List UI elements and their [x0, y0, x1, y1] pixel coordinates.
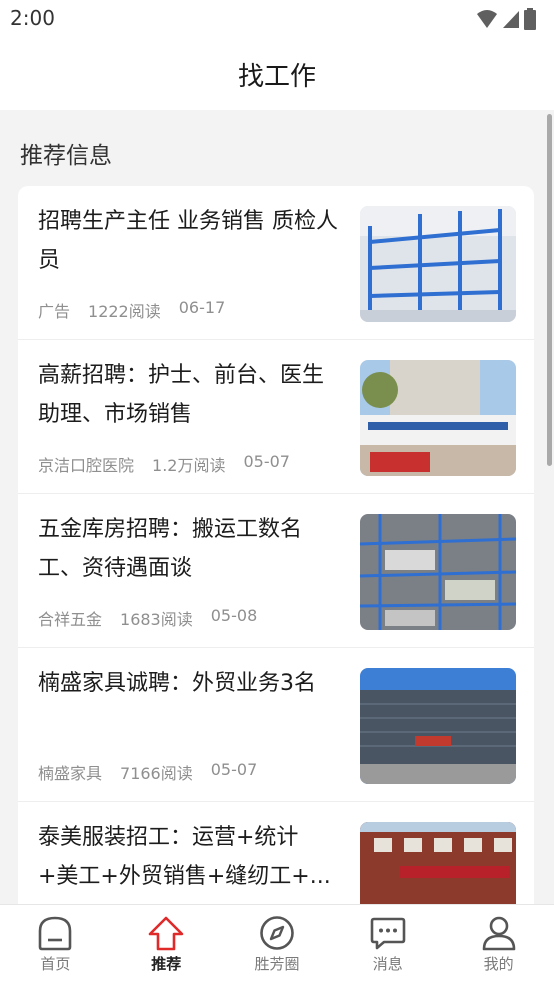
- nav-home[interactable]: 首页: [0, 905, 111, 984]
- item-source: 合祥五金: [38, 610, 103, 629]
- item-reads: 7166阅读: [120, 764, 193, 783]
- list-item[interactable]: 泰美服装招工：运营+统计+美工+外贸销售+缝纫工+...: [18, 802, 534, 904]
- profile-icon: [482, 916, 515, 951]
- section-title: 推荐信息: [20, 143, 112, 169]
- wifi-icon: [477, 10, 497, 28]
- home-icon: [39, 916, 72, 951]
- item-thumbnail: [360, 668, 516, 784]
- scrollbar[interactable]: [547, 114, 552, 466]
- item-date: 05-08: [210, 606, 258, 625]
- item-title: 高薪招聘：护士、前台、医生助理、市场销售: [38, 363, 325, 427]
- nav-label: 首页: [40, 955, 71, 973]
- recommend-list: 招聘生产主任 业务销售 质检人员 广告 1222阅读 06-17 高薪招聘：护士…: [18, 186, 534, 904]
- status-icons: [476, 8, 536, 30]
- item-meta: 楠盛家具 7166阅读 05-07: [38, 760, 257, 784]
- item-date: 05-07: [243, 452, 290, 471]
- nav-profile[interactable]: 我的: [443, 905, 554, 984]
- item-source: 楠盛家具: [38, 764, 103, 783]
- item-reads: 1.2万阅读: [152, 456, 226, 475]
- list-item[interactable]: 高薪招聘：护士、前台、医生助理、市场销售 京洁口腔医院 1.2万阅读 05-07: [18, 340, 534, 494]
- item-date: 06-17: [178, 298, 226, 317]
- nav-label: 消息: [372, 955, 403, 973]
- item-thumbnail: [360, 822, 516, 904]
- item-title: 五金库房招聘：搬运工数名工、资待遇面谈: [38, 517, 303, 581]
- battery-icon: [524, 8, 536, 30]
- page-title: 找工作: [237, 62, 316, 92]
- nav-recommend[interactable]: 推荐: [111, 905, 222, 984]
- message-icon: [370, 917, 406, 950]
- item-thumbnail: [360, 206, 516, 322]
- item-source: 广告: [38, 302, 71, 321]
- status-bar: 2:00: [0, 0, 554, 40]
- item-title: 招聘生产主任 业务销售 质检人员: [38, 209, 338, 273]
- item-meta: 合祥五金 1683阅读 05-08: [38, 606, 257, 630]
- item-reads: 1222阅读: [88, 302, 161, 321]
- nav-label: 推荐: [151, 955, 182, 973]
- compass-icon: [260, 916, 294, 950]
- app-header: 找工作: [0, 40, 554, 110]
- item-thumbnail: [360, 514, 516, 630]
- status-time: 2:00: [10, 6, 55, 30]
- list-item[interactable]: 招聘生产主任 业务销售 质检人员 广告 1222阅读 06-17: [18, 186, 534, 340]
- nav-messages[interactable]: 消息: [332, 905, 443, 984]
- item-meta: 京洁口腔医院 1.2万阅读 05-07: [38, 452, 290, 476]
- nav-label: 胜芳圈: [254, 955, 300, 973]
- item-reads: 1683阅读: [120, 610, 193, 629]
- signal-icon: [503, 11, 519, 28]
- bottom-nav: 首页 推荐 胜芳圈 消息 我的: [0, 904, 554, 984]
- item-meta: 广告 1222阅读 06-17: [38, 298, 225, 322]
- list-item[interactable]: 五金库房招聘：搬运工数名工、资待遇面谈 合祥五金 1683阅读 05-08: [18, 494, 534, 648]
- item-title: 泰美服装招工：运营+统计+美工+外贸销售+缝纫工+...: [38, 825, 331, 889]
- item-title: 楠盛家具诚聘：外贸业务3名: [38, 671, 316, 696]
- item-thumbnail: [360, 360, 516, 476]
- item-date: 05-07: [210, 760, 258, 779]
- nav-label: 我的: [483, 955, 514, 973]
- list-item[interactable]: 楠盛家具诚聘：外贸业务3名 楠盛家具 7166阅读 05-07: [18, 648, 534, 802]
- recommend-icon: [148, 916, 184, 951]
- nav-circle[interactable]: 胜芳圈: [222, 905, 333, 984]
- item-source: 京洁口腔医院: [38, 456, 135, 475]
